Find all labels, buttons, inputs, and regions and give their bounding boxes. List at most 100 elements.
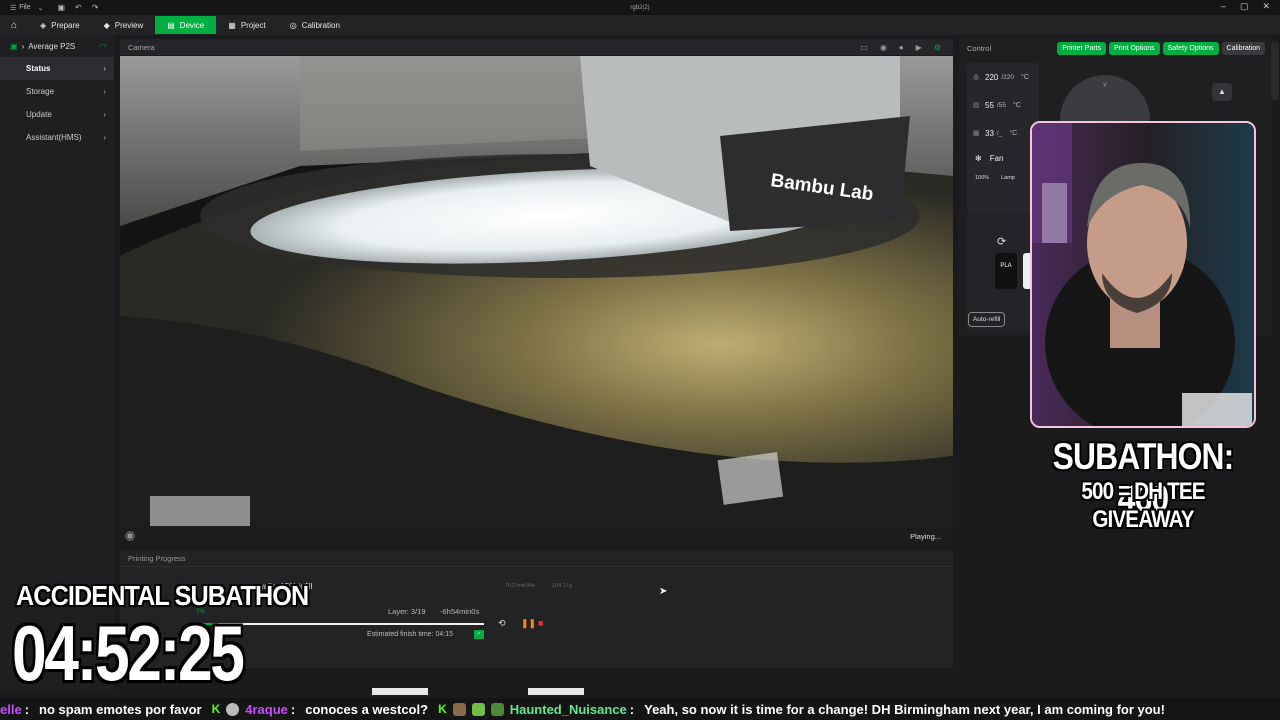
control-header: Control Printer Parts Print Options Safe…: [959, 39, 1271, 57]
chat-message: conoces a westcol?: [305, 701, 429, 717]
layer-info: Layer: 3/19: [388, 607, 426, 616]
scrollbar[interactable]: [1271, 42, 1279, 100]
printer-selector[interactable]: ▣ › Average P2S ◠: [0, 35, 114, 57]
tab-device[interactable]: ▤ Device: [155, 16, 217, 34]
nozzle-unit: °C: [1021, 73, 1029, 81]
file-menu[interactable]: ☰ File ⌄: [10, 4, 43, 12]
sidebar-item-assistant[interactable]: Assistant(HMS) ›: [0, 126, 114, 149]
nozzle-temp-row[interactable]: ◍ 220 /220 °C: [967, 63, 1039, 91]
chamber-target: /_: [996, 129, 1003, 137]
fan-speed[interactable]: 100%: [975, 175, 989, 181]
file-menu-label: File: [19, 4, 31, 11]
webcam-image: [1032, 123, 1254, 426]
auto-refill-button[interactable]: Auto-refill: [968, 312, 1006, 327]
chat-message: no spam emotes por favor: [39, 701, 202, 717]
nozzle-target: /220: [1001, 73, 1015, 81]
camera-image: Bambu Lab: [120, 56, 953, 526]
settings-icon[interactable]: ⚙: [125, 531, 135, 541]
printer-icon: ▣: [10, 41, 18, 51]
filament-weight: 104.17g: [552, 583, 572, 589]
tab-project[interactable]: ▦ Project: [216, 16, 277, 34]
webcam-overlay: [1030, 121, 1256, 428]
bed-icon: ▥: [973, 102, 980, 109]
sidebar-item-status[interactable]: Status ›: [0, 57, 114, 80]
tab-label: Preview: [114, 20, 144, 30]
tab-calibration[interactable]: ◎ Calibration: [278, 16, 352, 34]
top-navigation: ⌂ ◈ Prepare ◆ Preview ▤ Device ▦ Project…: [0, 15, 1280, 35]
window-title: rgb2(2): [630, 4, 650, 11]
tab-preview[interactable]: ◆ Preview: [92, 16, 156, 34]
sidebar-item-update[interactable]: Update ›: [0, 103, 114, 126]
chat-separator: :: [629, 701, 635, 717]
thumbnail[interactable]: [528, 688, 584, 695]
total-time: 7h27min34s: [505, 583, 535, 589]
chamber-icon: ▦: [973, 130, 980, 137]
fan-label: Fan: [989, 153, 1004, 163]
chevron-right-icon: ›: [103, 133, 106, 142]
fan-icon: ✻: [975, 153, 982, 163]
tab-label: Project: [240, 20, 266, 30]
tab-prepare[interactable]: ◈ Prepare: [28, 16, 92, 34]
eta-badge: ✓: [474, 630, 484, 639]
sidebar-item-label: Status: [26, 64, 51, 73]
camera-title: Camera: [128, 42, 155, 52]
camera-settings-icon[interactable]: ⚙: [934, 43, 941, 52]
chat-message: Yeah, so now it is time for a change! DH…: [644, 701, 1165, 717]
minimize-icon[interactable]: –: [1221, 1, 1226, 12]
close-icon[interactable]: ✕: [1262, 1, 1270, 12]
sd-card-icon[interactable]: ▭: [860, 43, 868, 52]
thumbnail[interactable]: [372, 688, 428, 695]
camera-status: Playing...: [910, 531, 941, 541]
bed-temp: 55: [985, 100, 994, 110]
print-options-button[interactable]: Print Options: [1109, 41, 1160, 55]
save-icon[interactable]: ▣: [57, 3, 65, 12]
hamburger-icon: ☰: [10, 4, 17, 12]
camera-header: Camera ▭ ◉ ● ▶ ⚙: [120, 39, 953, 55]
calibration-icon: ◎: [289, 20, 297, 30]
record-icon[interactable]: ●: [899, 43, 904, 52]
temperature-panel: ◍ 220 /220 °C ▥ 55 /55 °C ▦ 33 /_ °C ✻ F…: [967, 63, 1039, 213]
filament-slot[interactable]: PLA: [995, 253, 1017, 289]
stop-icon[interactable]: ■: [538, 618, 543, 628]
printer-name: Average P2S: [28, 41, 76, 51]
chat-username: elle: [0, 701, 22, 717]
chamber-temp-row[interactable]: ▦ 33 /_ °C: [967, 119, 1039, 147]
chevron-right-icon: ›: [103, 64, 106, 73]
y-axis-label: Y: [1102, 83, 1107, 89]
subathon-goal: 500 = DH TEE GIVEAWAY: [1081, 478, 1205, 533]
sidebar-item-label: Storage: [26, 87, 55, 96]
video-icon[interactable]: ▶: [916, 43, 922, 52]
control-buttons: Printer Parts Print Options Safety Optio…: [1057, 41, 1265, 55]
skip-icon[interactable]: ⟲: [498, 618, 506, 629]
fan-row[interactable]: ✻ Fan: [967, 147, 1039, 169]
device-icon: ▤: [167, 20, 175, 30]
title-bar: ☰ File ⌄ ▣ ↶ ↷ rgb2(2) – ▢ ✕: [0, 0, 1280, 15]
home-icon[interactable]: ⌂: [0, 20, 28, 31]
calibration-button[interactable]: Calibration: [1221, 41, 1265, 55]
chat-separator: :: [24, 701, 30, 717]
redo-icon[interactable]: ↷: [92, 3, 99, 12]
bed-target: /55: [996, 101, 1006, 109]
timelapse-icon[interactable]: ◉: [880, 43, 887, 52]
pause-icon[interactable]: ❚❚: [521, 618, 536, 629]
safety-options-button[interactable]: Safety Options: [1162, 41, 1219, 55]
kick-icon: K: [211, 702, 221, 716]
camera-toolbar: ▭ ◉ ● ▶ ⚙: [860, 43, 941, 52]
layers-icon: ◆: [103, 20, 110, 30]
sidebar-item-label: Update: [26, 110, 52, 119]
refresh-icon[interactable]: ⟳: [997, 235, 1006, 248]
emote-icon: [471, 702, 485, 716]
subathon-timer: 04:52:25: [12, 609, 245, 697]
maximize-icon[interactable]: ▢: [1240, 1, 1249, 12]
chat-ticker: elle : no spam emotes por favor K 4raque…: [0, 698, 1280, 720]
sidebar-item-storage[interactable]: Storage ›: [0, 80, 114, 103]
bed-temp-row[interactable]: ▥ 55 /55 °C: [967, 91, 1039, 119]
lamp-label[interactable]: Lamp: [1001, 175, 1015, 181]
z-up-button[interactable]: ▲: [1212, 83, 1232, 101]
chevron-down-icon: ⌄: [37, 4, 44, 12]
camera-feed: Bambu Lab: [120, 56, 953, 526]
chat-separator: :: [290, 701, 296, 717]
tab-label: Device: [179, 20, 205, 30]
printer-parts-button[interactable]: Printer Parts: [1057, 41, 1107, 55]
undo-icon[interactable]: ↶: [75, 3, 82, 12]
